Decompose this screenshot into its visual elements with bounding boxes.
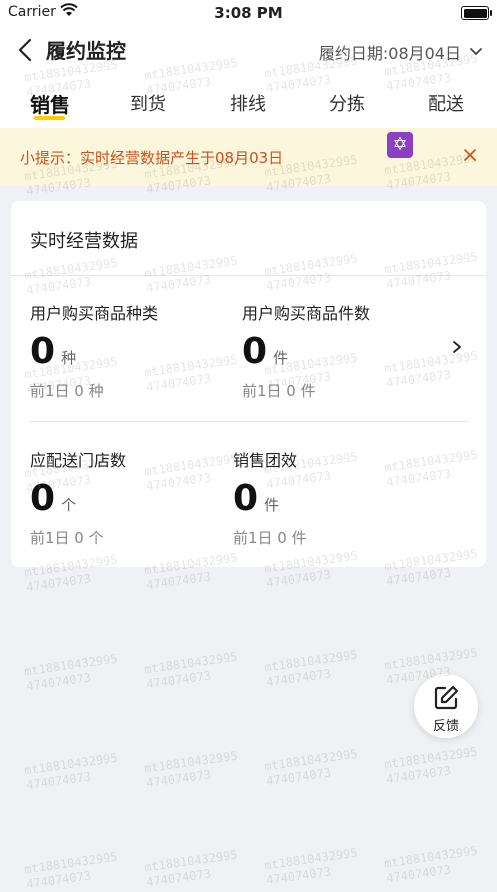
watermark-text: mt18810432995474074073	[263, 648, 360, 691]
metric-previous: 前1日 0 件	[242, 382, 316, 400]
feedback-label: 反馈	[432, 719, 459, 734]
metric-unit: 件	[273, 349, 289, 367]
watermark-line: 474074073	[265, 567, 332, 591]
date-label: 履约日期:	[318, 44, 389, 63]
tab-sales[interactable]: 销售	[30, 89, 70, 118]
date-picker[interactable]: 履约日期: 08月04日	[319, 40, 483, 64]
watermark-line: mt18810432995	[23, 849, 119, 877]
watermark-text: mt18810432995474074073	[263, 846, 360, 889]
watermark-text: mt18810432995474074073	[23, 850, 120, 892]
watermark-line: 474074073	[145, 767, 212, 791]
metric-label: 应配送门店数	[30, 451, 127, 470]
metric-label: 用户购买商品件数	[242, 304, 371, 323]
watermark-line: 474074073	[25, 769, 92, 793]
watermark-text: mt18810432995474074073	[23, 751, 120, 794]
battery-icon	[461, 6, 492, 20]
watermark-line: 474074073	[385, 763, 452, 787]
tip-banner: 小提示：实时经营数据产生于08月03日	[0, 128, 497, 186]
metric-previous: 前1日 0 件	[233, 529, 307, 547]
watermark-line: mt18810432995	[383, 645, 479, 673]
watermark-line: mt18810432995	[263, 746, 359, 774]
metric-unit: 个	[61, 496, 77, 514]
watermark-line: mt18810432995	[383, 843, 479, 871]
watermark-line: 474074073	[145, 569, 212, 593]
edit-icon	[434, 685, 459, 710]
metric-value: 0	[30, 478, 56, 519]
watermark-text: mt18810432995474074073	[143, 848, 240, 891]
watermark-line: mt18810432995	[23, 750, 119, 778]
watermark-line: 474074073	[265, 864, 332, 888]
watermark-line: mt18810432995	[263, 845, 359, 873]
realtime-data-card: 实时经营数据 用户购买商品种类 0 种 前1日 0 种 用户购买商品件数 0 件…	[11, 201, 486, 567]
watermark-line: 474074073	[145, 866, 212, 890]
watermark-line: mt18810432995	[23, 651, 119, 679]
watermark-line: mt18810432995	[383, 744, 479, 772]
star-of-david-badge-icon: ✡	[387, 132, 413, 158]
watermark-line: 474074073	[385, 862, 452, 886]
navigation-bar: 履约监控 履约日期: 08月04日	[0, 26, 497, 76]
metric-value: 0	[242, 331, 268, 372]
metric-unit: 件	[264, 496, 280, 514]
metric-previous: 前1日 0 种	[30, 382, 104, 400]
tab-bar: 销售 到货 排线 分拣 配送	[0, 76, 497, 128]
metric-value: 0	[233, 478, 259, 519]
status-bar: Carrier 3:08 PM	[0, 0, 497, 26]
close-icon[interactable]	[463, 148, 477, 162]
metric-sales-efficiency: 销售团效 0 件 前1日 0 件	[233, 447, 307, 548]
watermark-text: mt18810432995474074073	[263, 747, 360, 790]
tab-arrival[interactable]: 到货	[130, 90, 166, 116]
status-time: 3:08 PM	[214, 4, 283, 22]
divider	[11, 275, 486, 276]
watermark-text: mt18810432995474074073	[143, 650, 240, 693]
watermark-text: mt18810432995474074073	[383, 745, 480, 788]
divider	[30, 421, 468, 422]
tip-text: 小提示：实时经营数据产生于08月03日	[20, 149, 284, 167]
feedback-button[interactable]: 反馈	[414, 674, 478, 738]
tab-routing[interactable]: 排线	[230, 90, 266, 116]
watermark-line: mt18810432995	[143, 649, 239, 677]
chevron-right-icon[interactable]	[451, 340, 463, 354]
watermark-text: mt18810432995474074073	[383, 844, 480, 887]
metric-store-count: 应配送门店数 0 个 前1日 0 个	[30, 447, 126, 548]
metric-unit: 种	[61, 349, 77, 367]
watermark-line: mt18810432995	[263, 647, 359, 675]
watermark-line: mt18810432995	[143, 847, 239, 875]
watermark-line: 474074073	[145, 668, 212, 692]
watermark-line: 474074073	[25, 868, 92, 892]
watermark-line: 474074073	[25, 670, 92, 694]
card-title: 实时经营数据	[30, 231, 138, 252]
watermark-text: mt18810432995474074073	[23, 652, 120, 695]
watermark-line: 474074073	[265, 765, 332, 789]
page-title: 履约监控	[46, 39, 126, 63]
date-value: 08月04日	[388, 44, 461, 63]
metric-label: 用户购买商品种类	[30, 304, 159, 323]
back-arrow-icon[interactable]	[14, 36, 38, 64]
chevron-down-icon	[470, 48, 482, 56]
tab-delivery[interactable]: 配送	[428, 90, 464, 116]
tab-active-indicator	[34, 116, 65, 120]
metric-label: 销售团效	[233, 451, 298, 470]
metric-value: 0	[30, 331, 56, 372]
watermark-line: 474074073	[25, 571, 92, 595]
tab-sorting[interactable]: 分拣	[329, 90, 365, 116]
watermark-line: 474074073	[265, 666, 332, 690]
watermark-line: mt18810432995	[143, 748, 239, 776]
metric-product-count[interactable]: 用户购买商品件数 0 件 前1日 0 件	[242, 300, 370, 401]
metric-product-types: 用户购买商品种类 0 种 前1日 0 种	[30, 300, 158, 401]
watermark-text: mt18810432995474074073	[143, 749, 240, 792]
metric-previous: 前1日 0 个	[30, 529, 104, 547]
